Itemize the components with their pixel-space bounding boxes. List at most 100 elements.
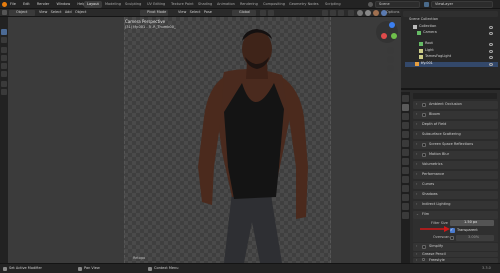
panel-depth-of-field[interactable]: › Depth of Field [413,121,498,129]
eye-icon[interactable] [489,32,493,35]
properties-search[interactable] [413,93,497,99]
view-layer-tab-icon[interactable] [402,122,409,129]
measure-tool-icon[interactable] [1,89,7,95]
annotate-tool-icon[interactable] [1,81,7,87]
panel-screen-space-reflections[interactable]: › Screen Space Reflections [413,141,498,149]
3d-viewport[interactable]: Camera Perspective (31) tfy.001 - 5 .R_T… [8,17,401,263]
tab-geometry-nodes[interactable]: Geometry Nodes [286,1,322,8]
overscan-checkbox[interactable] [450,236,454,240]
panel-shadows[interactable]: › Shadows [413,191,498,199]
shading-wireframe-icon[interactable] [357,10,363,16]
transparent-checkbox[interactable]: ✓ [450,228,455,233]
editor-type-icon[interactable] [2,10,7,15]
menu-edit[interactable]: Edit [23,2,30,6]
texture-tab-icon[interactable] [402,212,409,219]
camera-view-icon[interactable] [387,65,394,72]
panel-ambient-occlusion[interactable]: › Ambient Occlusion [413,101,498,109]
material-tab-icon[interactable] [402,203,409,210]
panel-performance[interactable]: › Performance [413,171,498,179]
particles-tab-icon[interactable] [402,167,409,174]
menu-window[interactable]: Window [56,2,70,6]
retopo-label[interactable]: Retopo [133,256,145,261]
menu-select-2[interactable]: Select [190,10,201,14]
shading-solid-icon[interactable] [365,10,371,16]
menu-select[interactable]: Select [51,10,62,14]
zoom-view-icon[interactable] [387,47,394,54]
view-layer-icon[interactable] [424,2,429,7]
filter-size-field[interactable]: 1.50 px [450,220,494,226]
tab-animation[interactable]: Animation [214,1,238,8]
eye-icon[interactable] [489,63,493,66]
options-menu[interactable]: Options [386,10,400,15]
scene-icon[interactable] [368,2,373,7]
tab-texture-paint[interactable]: Texture Paint [168,1,197,8]
ssr-checkbox[interactable] [422,143,426,147]
mode-dropdown[interactable]: Object [9,10,35,16]
eye-icon[interactable] [489,56,493,59]
tab-shading[interactable]: Shading [195,1,215,8]
object-tab-icon[interactable] [402,149,409,156]
eye-icon[interactable] [489,50,493,53]
ambient-occlusion-checkbox[interactable] [422,103,426,107]
menu-add[interactable]: Add [65,10,72,14]
pan-view-icon[interactable] [387,56,394,63]
modifier-tab-icon[interactable] [402,158,409,165]
world-tab-icon[interactable] [402,140,409,147]
pivot-dropdown[interactable]: Pivot Mode [140,10,168,16]
tab-rendering[interactable]: Rendering [237,1,261,8]
outliner-row-light[interactable]: Light [405,48,498,54]
menu-view-2[interactable]: View [178,10,186,14]
scene-selector[interactable]: Scene [375,1,420,8]
proportional-edit-icon[interactable] [268,10,274,16]
tool-tab-icon[interactable] [402,95,409,102]
outliner-row-camera[interactable]: Camera [405,30,498,36]
overlay-toggle-icon[interactable] [338,10,344,16]
y-axis-icon[interactable] [391,33,397,39]
eye-icon[interactable] [489,26,493,29]
panel-bloom[interactable]: › Bloom [413,111,498,119]
x-axis-icon[interactable] [381,33,387,39]
outliner-row-root[interactable]: Root [405,41,498,47]
xray-icon[interactable] [348,10,354,16]
z-axis-icon[interactable] [389,22,395,28]
outliner-row-scene-collection[interactable]: Scene Collection [405,17,498,23]
orientation-dropdown[interactable]: Global [232,10,256,16]
menu-object[interactable]: Object [75,10,86,14]
outliner-row-tfy001[interactable]: tfy.001 [405,61,498,67]
select-tool-icon[interactable] [1,29,7,35]
bloom-checkbox[interactable] [422,113,426,117]
view-layer-selector[interactable]: ViewLayer [431,1,493,8]
freestyle-checkbox[interactable] [422,258,425,261]
shading-material-icon[interactable] [373,10,379,16]
cursor-tool-icon[interactable] [1,37,7,43]
menu-file[interactable]: File [10,2,16,6]
transform-tool-icon[interactable] [1,71,7,77]
motion-blur-checkbox[interactable] [422,153,426,157]
tab-uv-editing[interactable]: UV Editing [144,1,168,8]
panel-motion-blur[interactable]: › Motion Blur [413,151,498,159]
panel-curves[interactable]: › Curves [413,181,498,189]
outliner-row-collection[interactable]: Collection [405,24,498,30]
tab-compositing[interactable]: Compositing [260,1,288,8]
tab-sculpting[interactable]: Sculpting [122,1,144,8]
outliner-row-tamesfoglight[interactable]: TamesFogLight [405,54,498,60]
data-tab-icon[interactable] [402,194,409,201]
visibility-icon[interactable] [322,10,328,16]
panel-grease-pencil[interactable]: › Grease Pencil [413,252,498,257]
render-tab-icon[interactable] [402,104,409,111]
rotate-tool-icon[interactable] [1,55,7,61]
panel-simplify[interactable]: › Simplify [413,243,498,251]
menu-view[interactable]: View [39,10,47,14]
move-tool-icon[interactable] [1,47,7,53]
panel-film[interactable]: ⌄ Film [413,211,498,219]
tab-modeling[interactable]: Modeling [102,1,124,8]
gizmo-toggle-icon[interactable] [330,10,336,16]
eye-icon[interactable] [489,43,493,46]
snap-icon[interactable] [260,10,266,16]
panel-subsurface-scattering[interactable]: › Subsurface Scattering [413,131,498,139]
scene-tab-icon[interactable] [402,131,409,138]
output-tab-icon[interactable] [402,113,409,120]
tab-scripting[interactable]: Scripting [322,1,344,8]
panel-volumetrics[interactable]: › Volumetrics [413,161,498,169]
scale-tool-icon[interactable] [1,63,7,69]
